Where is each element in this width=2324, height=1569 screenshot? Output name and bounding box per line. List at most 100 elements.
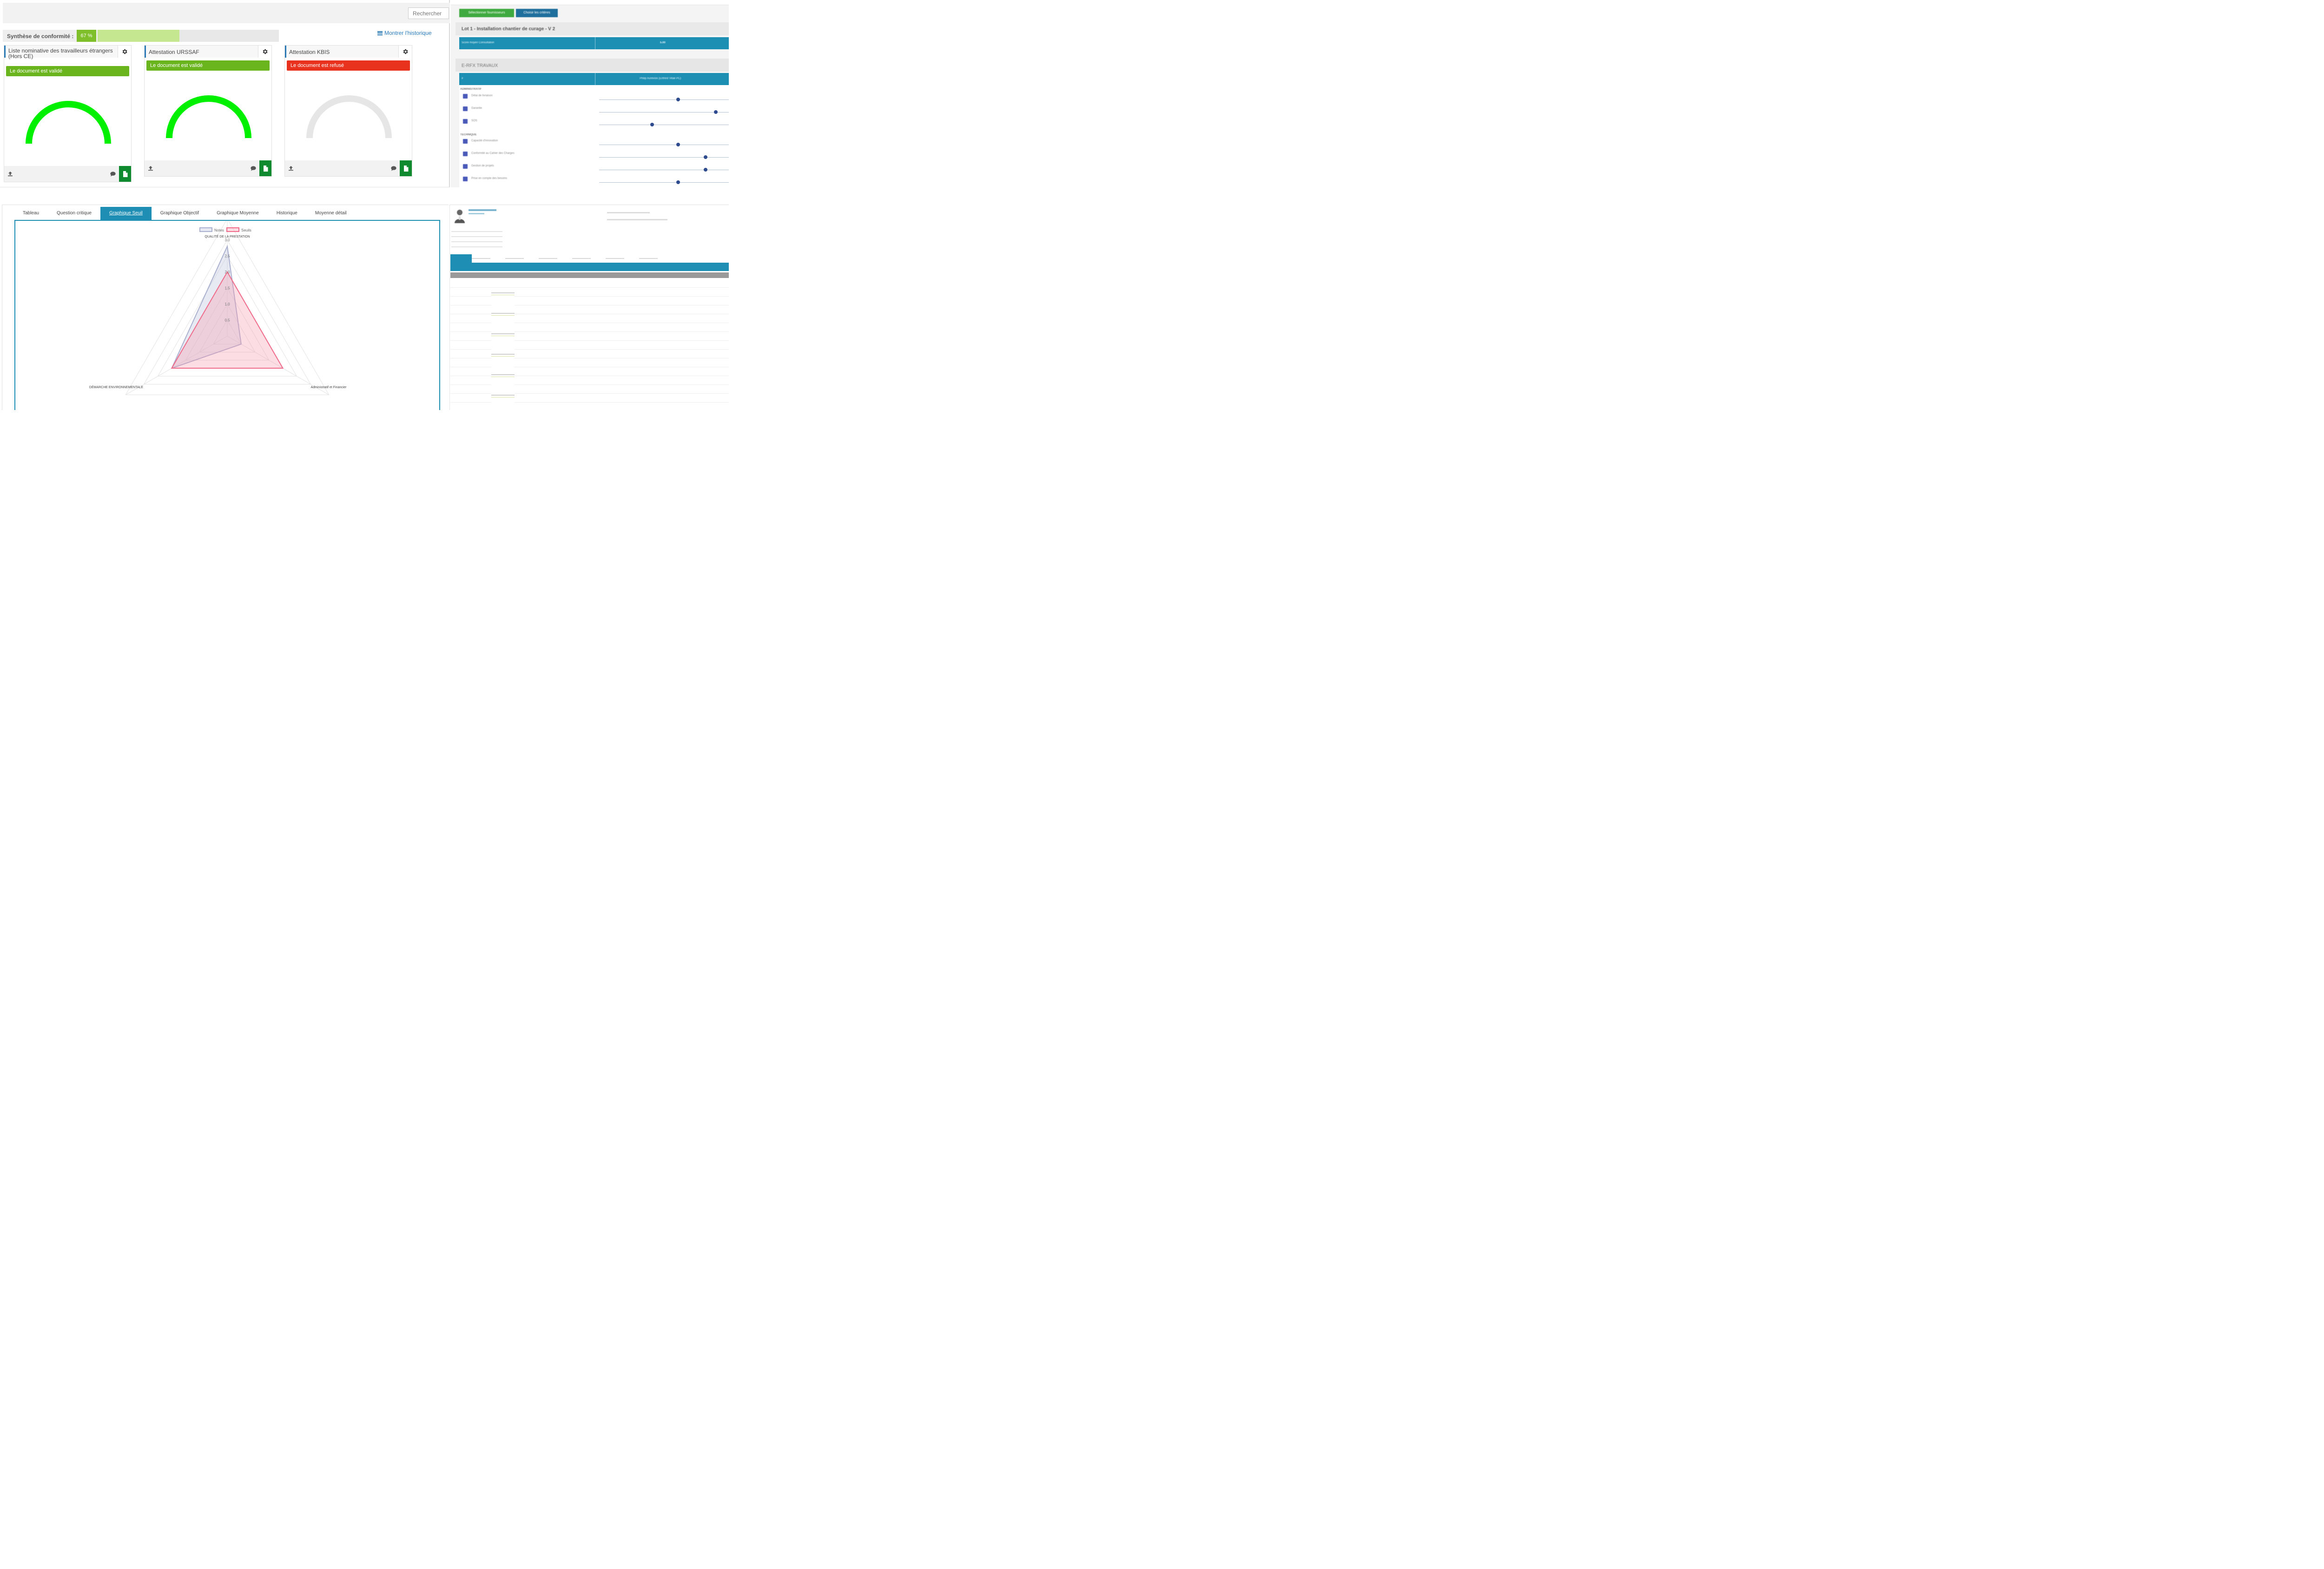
checkbox[interactable] [463, 94, 468, 99]
criterion-label: Garantie [471, 107, 482, 110]
radar-tick-label: 3.0 [224, 238, 230, 242]
criteria-table-body [459, 85, 729, 187]
search-bar [3, 3, 450, 23]
criterion-label: Conformité au Cahier des Charges [471, 152, 515, 155]
supplier-info-lines [451, 228, 502, 249]
radar-tick-label: 1.5 [224, 286, 230, 291]
info-placeholder [607, 212, 650, 213]
document-card-foreign-workers: Liste nominative des travailleurs étrang… [4, 45, 132, 182]
synthesis-progress-track [98, 30, 279, 42]
legend-label: Notes [214, 228, 224, 232]
radar-tick-label: 2.0 [224, 270, 230, 274]
choose-criteria-button[interactable]: Choisir les critères [516, 9, 558, 17]
legend-label: Seuils [241, 228, 251, 232]
card-title: Liste nominative des travailleurs étrang… [8, 47, 113, 60]
synthesis-percent-badge: 67 % [77, 30, 96, 42]
status-badge: Le document est validé [146, 60, 270, 71]
avatar [453, 208, 466, 223]
tab-moyenne-detail[interactable]: Moyenne détail [306, 207, 356, 220]
supplier-subtitle-placeholder [469, 213, 484, 214]
select-suppliers-button[interactable]: Sélectionner fournisseurs [459, 9, 514, 17]
show-history-label: Montrer l'historique [384, 30, 432, 36]
tab-question-critique[interactable]: Question critique [48, 207, 100, 220]
detail-tab-active[interactable] [450, 254, 472, 263]
supplier-name-placeholder [469, 209, 496, 211]
score-label: Score moyen Consultation [462, 41, 495, 44]
chart-tabs: Tableau Question critique Graphique Seui… [14, 207, 356, 220]
radar-axis-label: DÉMARCHE ENVIRONNEMENTALE [89, 385, 143, 389]
criteria-table-header [459, 73, 729, 85]
search-input[interactable] [408, 7, 449, 19]
upload-icon[interactable] [146, 164, 155, 172]
document-icon[interactable] [259, 160, 271, 176]
upload-icon[interactable] [287, 164, 295, 172]
criterion-slider-track [599, 112, 729, 113]
document-icon[interactable] [119, 166, 131, 182]
radar-axis-label: Administratif et Financier [310, 386, 347, 389]
card-header: Liste nominative des travailleurs étrang… [4, 46, 131, 60]
section-label: TECHNIQUE [460, 133, 477, 136]
card-title: Attestation KBIS [289, 49, 330, 55]
tab-graphique-moyenne[interactable]: Graphique Moyenne [208, 207, 268, 220]
document-icon[interactable] [400, 160, 412, 176]
column-hash: # [462, 77, 463, 80]
gear-icon[interactable] [258, 46, 271, 58]
card-footer [145, 160, 271, 176]
compliance-gauge [306, 95, 392, 139]
comment-icon[interactable] [109, 170, 117, 178]
card-header: Attestation URSSAF [145, 46, 271, 58]
evaluation-top-strip [451, 0, 729, 5]
synthesis-label: Synthèse de conformité : [7, 33, 74, 40]
radar-chart: 0.5 1.0 1.5 2.0 2.5 3.0 QUALITÉ DE LA PRESTAT… [89, 221, 347, 395]
radar-tick-label: 2.5 [224, 254, 230, 258]
card-footer [285, 160, 412, 176]
document-card-kbis: Attestation KBIS Le document est refusé [284, 45, 412, 177]
checkbox[interactable] [463, 119, 468, 124]
compliance-gauge [26, 101, 111, 144]
gear-icon[interactable] [118, 46, 131, 58]
legend-swatch [199, 227, 212, 232]
upload-icon[interactable] [6, 170, 14, 178]
synthesis-progress-fill [98, 30, 179, 42]
supplier-column-label: Philip Aurevoix (Enfrest Vitae PC) [640, 77, 681, 80]
legend-swatch [226, 227, 239, 232]
detail-subheader-bar [450, 272, 729, 278]
tab-graphique-seuil[interactable]: Graphique Seuil [100, 207, 152, 220]
card-footer [4, 166, 131, 182]
card-title: Attestation URSSAF [149, 49, 199, 55]
criterion-label: Prise en compte des besoins [471, 177, 508, 180]
criterion-label: Capacité d'innovation [471, 139, 498, 142]
checkbox[interactable] [463, 164, 468, 169]
criterion-slider-handle[interactable] [703, 155, 707, 159]
tab-graphique-objectif[interactable]: Graphique Objectif [152, 207, 208, 220]
radar-tick-label: 0.5 [224, 318, 230, 323]
radar-axis-label: QUALITÉ DE LA PRESTATION [205, 234, 250, 238]
radar-legend: Notes Seuils [199, 227, 251, 232]
erfx-title: E-RFX TRAVAUX [462, 63, 498, 68]
comment-icon[interactable] [249, 164, 257, 172]
comment-icon[interactable] [390, 164, 398, 172]
score-value: 5.00 [660, 41, 666, 44]
criterion-label: Délai de livraison [471, 94, 493, 97]
checkbox[interactable] [463, 139, 468, 144]
card-header: Attestation KBIS [285, 46, 412, 58]
checkbox[interactable] [463, 177, 468, 181]
criterion-label: SOS [471, 119, 477, 122]
info-placeholder [607, 219, 667, 220]
checkbox[interactable] [463, 152, 468, 156]
detail-tabs-placeholder [472, 258, 667, 259]
lot-title: Lot 1 - Installation chantier de curage … [462, 26, 555, 32]
tab-tableau[interactable]: Tableau [14, 207, 48, 220]
status-badge: Le document est refusé [287, 60, 410, 71]
radar-tick-label: 1.0 [224, 302, 230, 306]
criterion-slider-handle[interactable] [703, 168, 707, 172]
compliance-gauge [166, 95, 251, 139]
tab-historique[interactable]: Historique [268, 207, 306, 220]
criterion-slider-track [599, 157, 729, 158]
checkbox[interactable] [463, 106, 468, 111]
criterion-slider-track [599, 182, 729, 183]
section-label: ADMINISTRATIF [460, 88, 482, 91]
list-icon [377, 31, 383, 35]
show-history-link[interactable]: Montrer l'historique [377, 30, 432, 36]
gear-icon[interactable] [398, 46, 412, 58]
